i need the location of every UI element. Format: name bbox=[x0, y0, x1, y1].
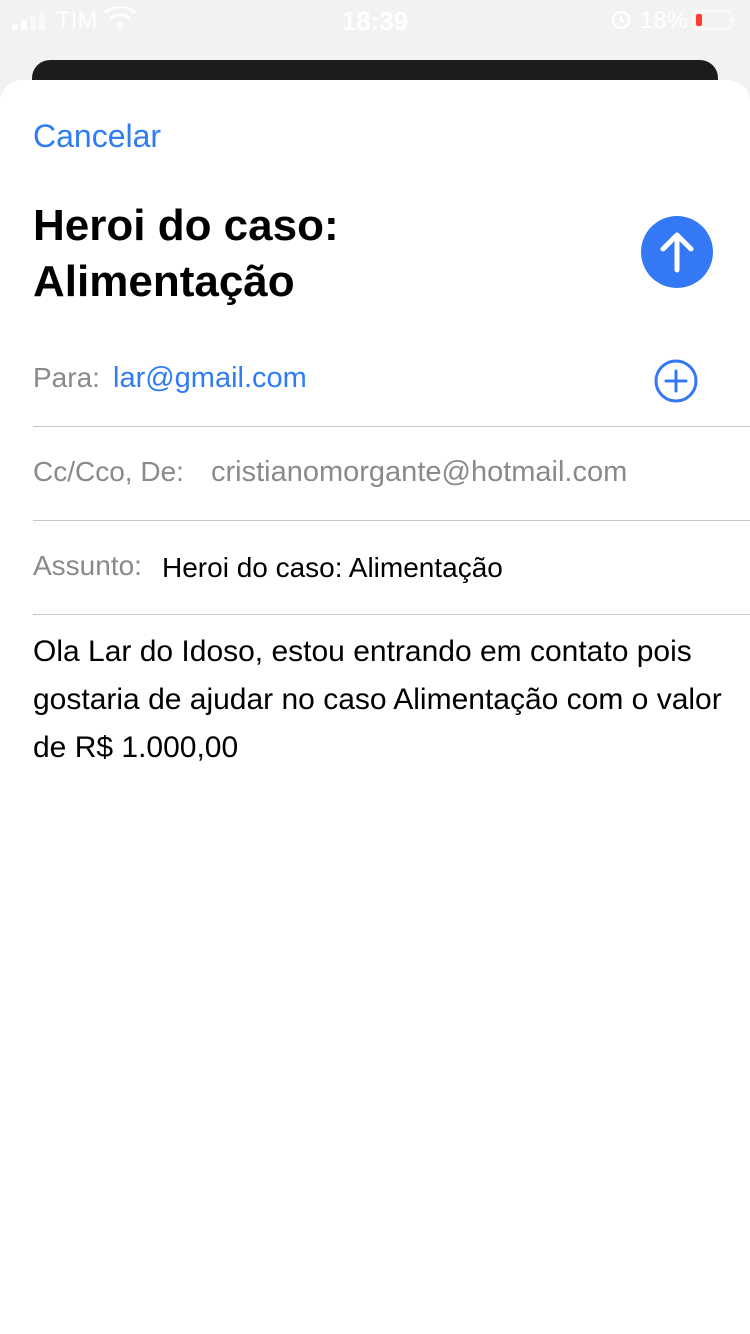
subject-input[interactable]: Heroi do caso: Alimentação bbox=[162, 552, 503, 584]
plus-circle-icon[interactable] bbox=[653, 358, 699, 404]
to-label: Para: bbox=[33, 362, 100, 393]
message-body[interactable]: Ola Lar do Idoso, estou entrando em cont… bbox=[33, 628, 733, 772]
alarm-icon bbox=[611, 10, 631, 30]
message-title: Heroi do caso: Alimentação bbox=[33, 201, 339, 306]
send-button[interactable] bbox=[641, 216, 713, 288]
to-recipient[interactable]: lar@gmail.com bbox=[113, 362, 307, 395]
cc-from-field[interactable]: Cc/Cco, De: cristianomorgante@hotmail.co… bbox=[33, 426, 750, 521]
arrow-up-icon bbox=[660, 232, 694, 273]
to-field[interactable]: Para: lar@gmail.com bbox=[33, 332, 750, 427]
subject-label: Assunto: bbox=[33, 550, 142, 581]
from-address[interactable]: cristianomorgante@hotmail.com bbox=[211, 456, 627, 489]
compose-sheet: Cancelar Heroi do caso: Alimentação Para… bbox=[0, 80, 750, 1334]
status-bar: TIM 18:39 18% bbox=[0, 0, 750, 40]
clock-time: 18:39 bbox=[341, 6, 409, 36]
subject-field[interactable]: Assunto: Heroi do caso: Alimentação bbox=[33, 520, 750, 615]
battery-percent: 18% bbox=[640, 7, 689, 34]
battery-icon bbox=[692, 10, 735, 30]
cancel-button[interactable]: Cancelar bbox=[33, 118, 161, 155]
cc-label: Cc/Cco, De: bbox=[33, 456, 184, 487]
screen: TIM 18:39 18% Cancelar Heroi do caso: Al… bbox=[0, 0, 750, 1334]
